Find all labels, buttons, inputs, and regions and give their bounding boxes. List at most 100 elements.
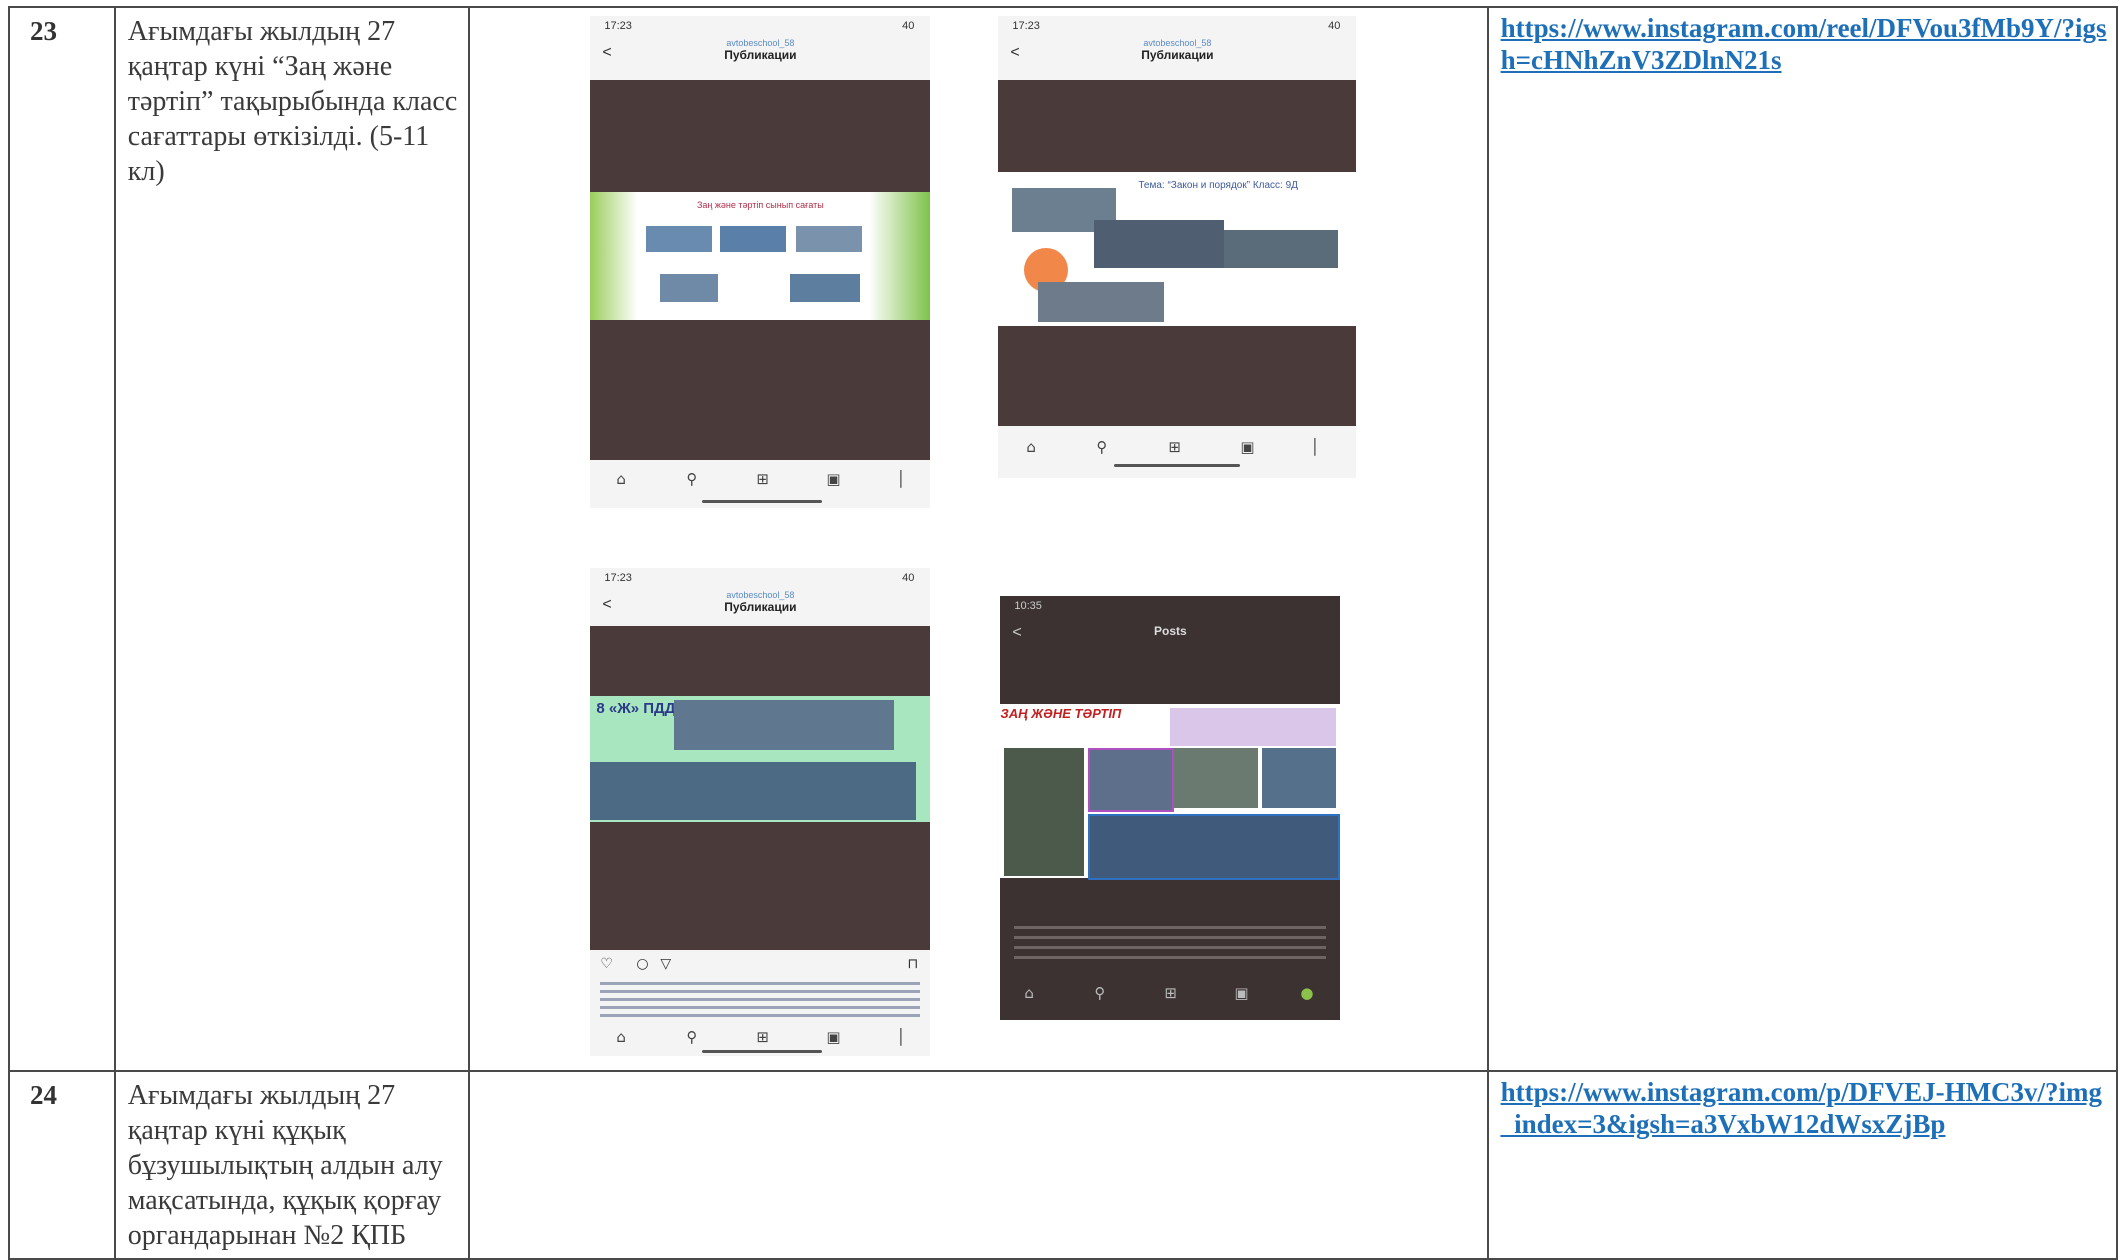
profile-icon[interactable]: │ — [896, 470, 905, 488]
instagram-screenshot-2: 17:23 40 < avtobeschool_58 Публикации Те… — [998, 16, 1357, 478]
slide: ЗАҢ ЖӘНЕ ТӘРТІП — [1000, 704, 1341, 880]
link-cell: https://www.instagram.com/p/DFVEJ-HMC3v/… — [1486, 1070, 2119, 1260]
photo-thumb — [646, 226, 713, 252]
photo-thumb — [1262, 748, 1337, 808]
home-indicator — [702, 500, 823, 503]
caption-lines — [1014, 926, 1327, 966]
slide-caption: Заң және тәртіп сынып сағаты — [696, 200, 824, 210]
photo-thumb — [674, 700, 895, 750]
photo-thumb — [1170, 708, 1337, 746]
add-post-icon[interactable]: ⊞ — [756, 1028, 769, 1046]
photo-thumb — [1004, 748, 1085, 876]
reels-icon[interactable]: ▣ — [1234, 984, 1248, 1002]
photo-thumb — [660, 274, 719, 302]
post-header: < Posts — [1000, 618, 1340, 650]
bottom-nav: ⌂ ⚲ ⊞ ▣ │ — [998, 434, 1356, 464]
screenshot-cell — [468, 1070, 1489, 1260]
search-icon[interactable]: ⚲ — [686, 1028, 697, 1046]
row-description: Ағымдағы жылдың 27 қаңтар күні құқық бұз… — [113, 1070, 471, 1260]
post-image: Тема: “Закон и порядок” Класс: 9Д — [998, 80, 1357, 426]
signal-level: 40 — [902, 572, 915, 584]
back-arrow-icon[interactable]: < — [1012, 624, 1021, 642]
screenshot-cell: 17:23 40 < avtobeschool_58 Публикации За… — [468, 6, 1489, 1072]
add-post-icon[interactable]: ⊞ — [756, 470, 769, 488]
slide: Тема: “Закон и порядок” Класс: 9Д — [998, 172, 1357, 326]
photo-thumb — [1094, 220, 1225, 268]
bookmark-icon[interactable]: ⊓ — [907, 956, 918, 972]
bottom-nav: ⌂ ⚲ ⊞ ▣ │ — [590, 466, 930, 496]
instagram-screenshot-4: 10:35 < Posts ЗАҢ ЖӘНЕ ТӘРТІП ⌂ ⚲ ⊞ ▣ ● — [1000, 596, 1341, 1020]
post-image: Заң және тәртіп сынып сағаты — [590, 80, 931, 460]
photo-thumb — [1038, 282, 1165, 322]
slide: 8 «Ж» ПДД — [590, 696, 931, 822]
status-bar: 10:35 — [1000, 600, 1340, 620]
add-post-icon[interactable]: ⊞ — [1168, 438, 1181, 456]
status-time: 17:23 — [1012, 20, 1040, 32]
heart-icon[interactable]: ♡ — [600, 956, 613, 972]
photo-thumb — [1174, 748, 1259, 808]
row-description: Ағымдағы жылдың 27 қаңтар күні “Заң және… — [113, 6, 471, 1072]
signal-level: 40 — [1328, 20, 1341, 32]
photo-thumb — [796, 226, 863, 252]
search-icon[interactable]: ⚲ — [1096, 438, 1107, 456]
row-number: 23 — [8, 6, 116, 1072]
status-bar: 17:23 40 — [590, 20, 930, 40]
post-header: < avtobeschool_58 Публикации — [590, 590, 930, 622]
search-icon[interactable]: ⚲ — [686, 470, 697, 488]
comment-icon[interactable]: ○ — [636, 956, 648, 972]
table-row: 23 Ағымдағы жылдың 27 қаңтар күні “Заң ж… — [8, 6, 2119, 1072]
bottom-nav: ⌂ ⚲ ⊞ ▣ ● — [1000, 980, 1340, 1010]
account-name: avtobeschool_58 — [1143, 38, 1212, 48]
share-icon[interactable]: ▽ — [660, 956, 671, 972]
header-title: Публикации — [724, 600, 797, 614]
row-number: 24 — [8, 1070, 116, 1260]
account-name: avtobeschool_58 — [726, 590, 795, 600]
photo-thumb — [1088, 748, 1175, 812]
back-arrow-icon[interactable]: < — [602, 44, 611, 62]
status-time: 17:23 — [604, 20, 632, 32]
status-bar: 17:23 40 — [590, 572, 930, 592]
slide-caption: ЗАҢ ЖӘНЕ ТӘРТІП — [1000, 706, 1122, 721]
reels-icon[interactable]: ▣ — [826, 1028, 840, 1046]
slide: Заң және тәртіп сынып сағаты — [590, 192, 931, 320]
post-header: < avtobeschool_58 Публикации — [590, 38, 930, 70]
caption-lines — [600, 982, 921, 1022]
photo-thumb — [720, 226, 787, 252]
home-indicator — [702, 1050, 823, 1053]
status-time: 17:23 — [604, 572, 632, 584]
slide-caption: Тема: “Закон и порядок” Класс: 9Д — [1138, 180, 1298, 191]
back-arrow-icon[interactable]: < — [1010, 44, 1019, 62]
reels-icon[interactable]: ▣ — [826, 470, 840, 488]
status-time: 10:35 — [1014, 600, 1042, 612]
photo-thumb — [1224, 230, 1339, 268]
home-icon[interactable]: ⌂ — [1024, 984, 1034, 1002]
profile-icon[interactable]: │ — [896, 1028, 905, 1046]
profile-icon[interactable]: ● — [1300, 984, 1313, 1002]
post-header: < avtobeschool_58 Публикации — [998, 38, 1356, 70]
reels-icon[interactable]: ▣ — [1240, 438, 1254, 456]
status-bar: 17:23 40 — [998, 20, 1356, 40]
profile-icon[interactable]: │ — [1310, 438, 1319, 456]
search-icon[interactable]: ⚲ — [1094, 984, 1105, 1002]
header-title: Публикации — [1141, 48, 1214, 62]
home-indicator — [1114, 464, 1241, 467]
photo-thumb — [1088, 814, 1341, 880]
header-title: Публикации — [724, 48, 797, 62]
instagram-screenshot-1: 17:23 40 < avtobeschool_58 Публикации За… — [590, 16, 931, 508]
photo-thumb — [790, 274, 861, 302]
header-title: Posts — [1154, 624, 1187, 638]
back-arrow-icon[interactable]: < — [602, 596, 611, 614]
home-icon[interactable]: ⌂ — [616, 1028, 626, 1046]
photo-thumb — [590, 762, 917, 820]
post-actions: ♡ ○ ▽ ⊓ — [590, 956, 930, 980]
instagram-link[interactable]: https://www.instagram.com/reel/DFVou3fMb… — [1501, 13, 2107, 75]
add-post-icon[interactable]: ⊞ — [1164, 984, 1177, 1002]
account-name: avtobeschool_58 — [726, 38, 795, 48]
instagram-link[interactable]: https://www.instagram.com/p/DFVEJ-HMC3v/… — [1501, 1077, 2102, 1139]
signal-level: 40 — [902, 20, 915, 32]
home-icon[interactable]: ⌂ — [616, 470, 626, 488]
home-icon[interactable]: ⌂ — [1026, 438, 1036, 456]
post-image: 8 «Ж» ПДД — [590, 626, 931, 950]
instagram-screenshot-3: 17:23 40 < avtobeschool_58 Публикации 8 … — [590, 568, 931, 1056]
table-row: 24 Ағымдағы жылдың 27 қаңтар күні құқық … — [8, 1070, 2119, 1260]
